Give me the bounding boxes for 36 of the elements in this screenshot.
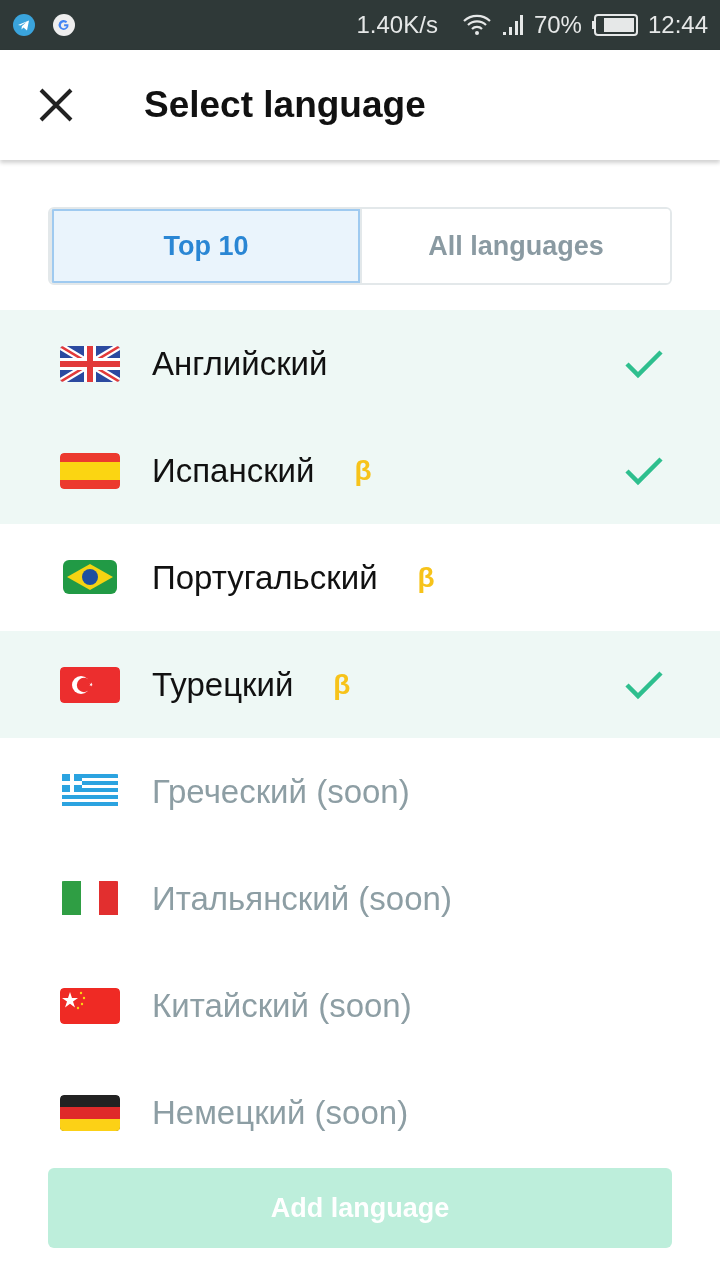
language-name: Английский <box>152 344 328 383</box>
language-name: Греческий (soon) <box>152 772 410 811</box>
language-row[interactable]: Испанский β <box>0 417 720 524</box>
screen-title: Select language <box>144 84 426 126</box>
language-name: Китайский (soon) <box>152 986 412 1025</box>
beta-label: β <box>333 668 351 701</box>
beta-label: β <box>417 561 435 594</box>
check-icon <box>624 669 664 700</box>
language-row[interactable]: Турецкий β <box>0 631 720 738</box>
language-name: Итальянский (soon) <box>152 879 452 918</box>
tab[interactable]: All languages <box>360 209 670 283</box>
google-icon <box>52 13 76 37</box>
language-row[interactable]: Английский <box>0 310 720 417</box>
signal-icon <box>501 14 524 36</box>
uk-flag-icon <box>60 345 120 382</box>
brazil-flag-icon <box>60 559 120 596</box>
language-name: Испанский <box>152 451 315 490</box>
language-name: Турецкий <box>152 665 294 704</box>
germany-flag-icon <box>60 1094 120 1131</box>
clock: 12:44 <box>647 11 708 39</box>
italy-flag-icon <box>60 880 120 917</box>
language-name: Немецкий (soon) <box>152 1093 409 1132</box>
battery-icon <box>591 14 638 36</box>
china-flag-icon <box>60 987 120 1024</box>
tab[interactable]: Top 10 <box>50 209 360 283</box>
close-button[interactable] <box>38 87 74 123</box>
battery-percent: 70% <box>533 11 582 39</box>
beta-label: β <box>354 454 372 487</box>
wifi-icon <box>461 13 492 37</box>
check-icon <box>624 348 664 379</box>
network-speed: 1.40K/s <box>356 11 438 39</box>
spain-flag-icon <box>60 452 120 489</box>
language-name: Португальский <box>152 558 378 597</box>
telegram-icon <box>12 13 36 37</box>
check-icon <box>624 455 664 486</box>
turkey-flag-icon <box>60 666 120 703</box>
